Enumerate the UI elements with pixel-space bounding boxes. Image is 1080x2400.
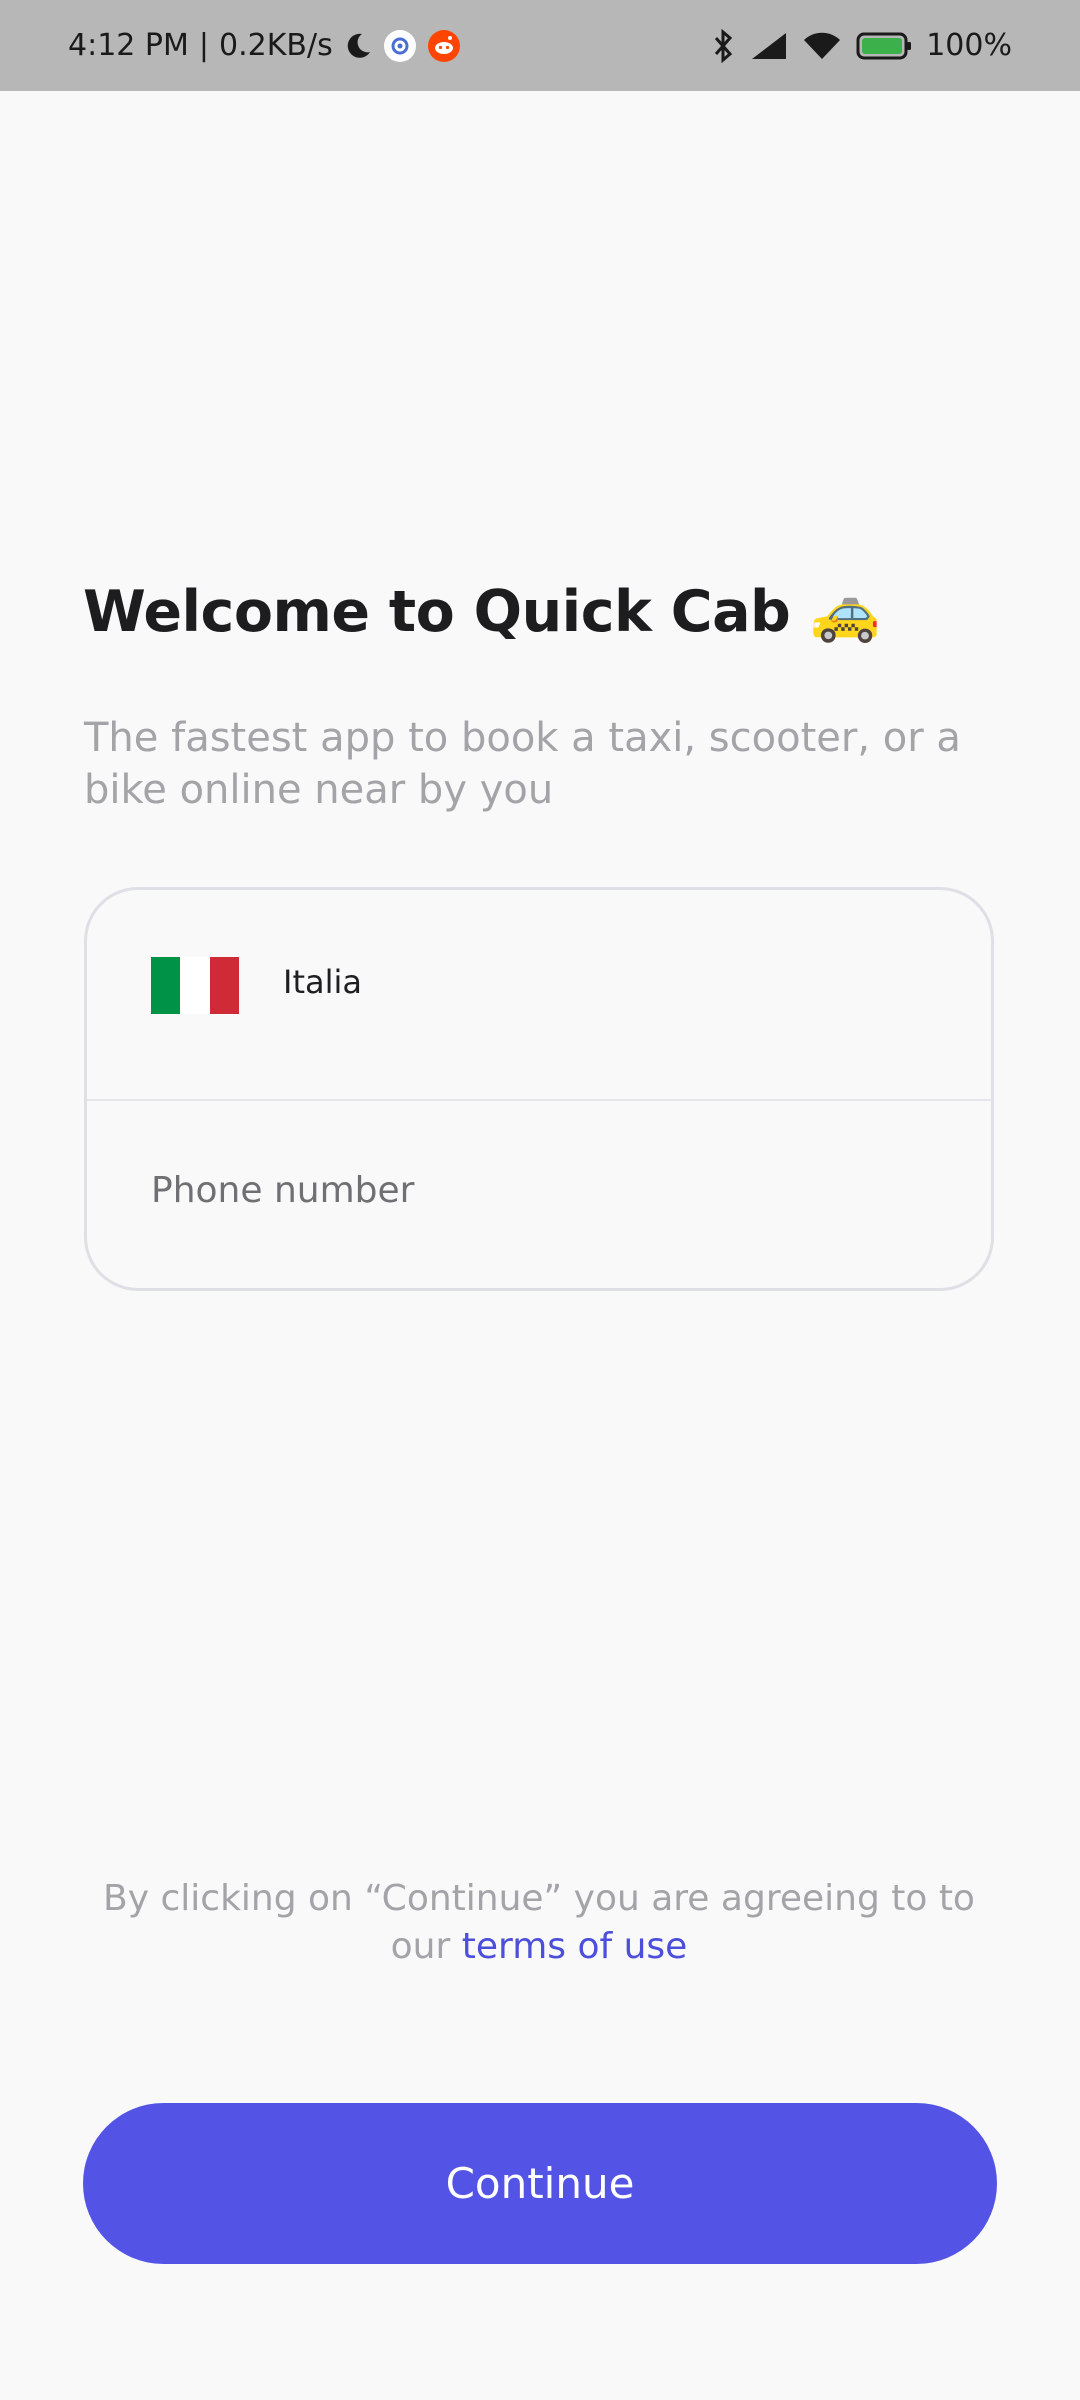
flag-stripe-red xyxy=(209,957,239,1014)
taxi-emoji: 🚕 xyxy=(809,579,881,645)
italy-flag-icon xyxy=(151,957,239,1014)
reddit-icon xyxy=(427,29,461,63)
page-title: Welcome to Quick Cab 🚕 xyxy=(83,578,881,645)
continue-button[interactable]: Continue xyxy=(83,2103,997,2264)
flag-stripe-green xyxy=(151,957,181,1014)
signal-icon xyxy=(750,31,788,61)
page-subtitle: The fastest app to book a taxi, scooter,… xyxy=(84,715,961,813)
flag-stripe-white xyxy=(180,957,210,1014)
wifi-icon xyxy=(802,31,842,61)
moon-icon xyxy=(343,31,373,61)
status-bar-right: 100% xyxy=(710,0,1012,91)
country-name: Italia xyxy=(283,963,362,1001)
battery-icon xyxy=(856,31,912,61)
phone-number-input[interactable] xyxy=(151,1160,911,1220)
country-selector[interactable]: Italia xyxy=(87,890,991,1099)
page-title-text: Welcome to Quick Cab xyxy=(83,579,791,645)
network-speed: 0.2KB/s xyxy=(219,28,333,63)
battery-percent: 100% xyxy=(926,28,1012,63)
status-bar: 4:12 PM | 0.2KB/s 100% xyxy=(0,0,1080,91)
form-divider xyxy=(87,1099,991,1101)
status-bar-left: 4:12 PM | 0.2KB/s xyxy=(68,0,461,91)
status-time: 4:12 PM xyxy=(68,28,189,63)
terms-notice: By clicking on “Continue” you are agreei… xyxy=(84,1875,994,1971)
phone-login-form: Italia xyxy=(84,887,994,1291)
terms-of-use-link[interactable]: terms of use xyxy=(462,1926,688,1967)
status-separator: | xyxy=(198,28,209,63)
bluetooth-icon xyxy=(710,28,736,63)
gear-app-icon xyxy=(383,29,417,63)
